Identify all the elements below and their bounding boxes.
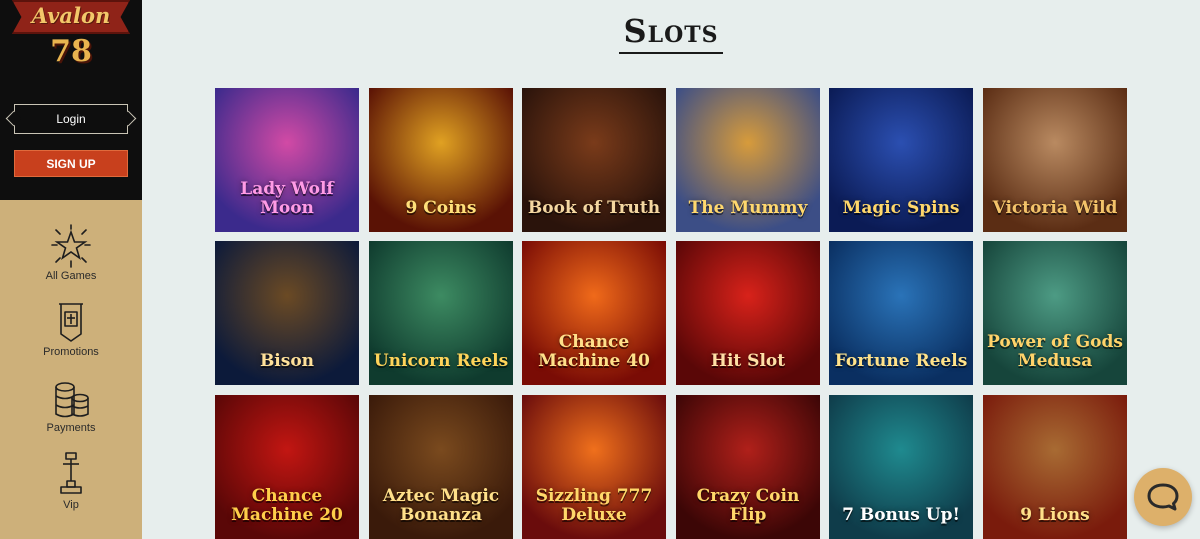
- login-button[interactable]: Login: [14, 104, 128, 134]
- game-title: Crazy Coin Flip: [696, 486, 800, 525]
- game-tile[interactable]: Hit Slot: [676, 241, 820, 385]
- game-tile[interactable]: Victoria Wild: [983, 88, 1127, 232]
- game-tile[interactable]: 9 Lions: [983, 395, 1127, 539]
- game-tile[interactable]: Chance Machine 20: [215, 395, 359, 539]
- game-title: Aztec Magic Bonanza: [382, 486, 500, 525]
- game-tile[interactable]: Aztec Magic Bonanza: [369, 395, 513, 539]
- game-title: 9 Coins: [405, 198, 477, 218]
- chat-bubble-icon: [1147, 483, 1179, 511]
- game-title: Sizzling 777 Deluxe: [535, 486, 653, 525]
- chat-button[interactable]: [1134, 468, 1192, 526]
- sidebar-header: Avalon 78 Login SIGN UP: [0, 0, 142, 200]
- game-title: The Mummy: [688, 198, 808, 218]
- game-tile[interactable]: 7 Bonus Up!: [829, 395, 973, 539]
- signup-button[interactable]: SIGN UP: [14, 150, 128, 177]
- game-title: Hit Slot: [710, 351, 786, 371]
- nav-item-vip[interactable]: Vip: [0, 451, 142, 511]
- nav-label: Payments: [46, 422, 96, 434]
- game-tile[interactable]: Lady Wolf Moon: [215, 88, 359, 232]
- promo-banner-icon: [59, 303, 83, 342]
- game-tile[interactable]: 9 Coins: [369, 88, 513, 232]
- nav-label: Vip: [63, 499, 79, 511]
- game-title: Lady Wolf Moon: [240, 179, 334, 218]
- page-title: Slots: [623, 12, 719, 50]
- game-tile[interactable]: Book of Truth: [522, 88, 666, 232]
- brand-logo[interactable]: Avalon 78: [8, 0, 134, 78]
- nav-label: All Games: [45, 270, 97, 282]
- logo-number: 78: [50, 34, 92, 69]
- game-title: Fortune Reels: [834, 351, 968, 371]
- game-tile[interactable]: Magic Spins: [829, 88, 973, 232]
- title-underline: [619, 52, 723, 54]
- nav-item-payments[interactable]: Payments: [0, 376, 142, 434]
- sidebar: Avalon 78 Login SIGN UP All Games Promot…: [0, 0, 142, 539]
- vip-sword-icon: [60, 452, 82, 494]
- game-title: Unicorn Reels: [373, 351, 509, 371]
- logo-wordmark: Avalon: [31, 3, 111, 28]
- game-tile[interactable]: Fortune Reels: [829, 241, 973, 385]
- game-title: Chance Machine 40: [538, 332, 650, 371]
- game-title: Bison: [259, 351, 315, 371]
- game-title: 7 Bonus Up!: [842, 505, 960, 525]
- nav-label: Promotions: [43, 346, 99, 358]
- game-title: Magic Spins: [842, 198, 960, 218]
- game-title: Victoria Wild: [992, 198, 1118, 218]
- sparkle-star-icon: [51, 224, 91, 268]
- game-tile[interactable]: Unicorn Reels: [369, 241, 513, 385]
- game-tile[interactable]: Chance Machine 40: [522, 241, 666, 385]
- game-title: Book of Truth: [527, 198, 661, 218]
- game-title: 9 Lions: [1020, 505, 1090, 525]
- nav-item-promotions[interactable]: Promotions: [0, 300, 142, 358]
- game-title: Power of Gods Medusa: [987, 332, 1123, 371]
- game-title: Chance Machine 20: [231, 486, 343, 525]
- nav-item-all-games[interactable]: All Games: [0, 224, 142, 282]
- game-tile[interactable]: The Mummy: [676, 88, 820, 232]
- coins-stack-icon: [55, 382, 89, 418]
- game-tile[interactable]: Sizzling 777 Deluxe: [522, 395, 666, 539]
- game-tile[interactable]: Power of Gods Medusa: [983, 241, 1127, 385]
- game-grid: Lady Wolf Moon 9 Coins Book of Truth The…: [215, 88, 1127, 539]
- game-tile[interactable]: Crazy Coin Flip: [676, 395, 820, 539]
- game-tile[interactable]: Bison: [215, 241, 359, 385]
